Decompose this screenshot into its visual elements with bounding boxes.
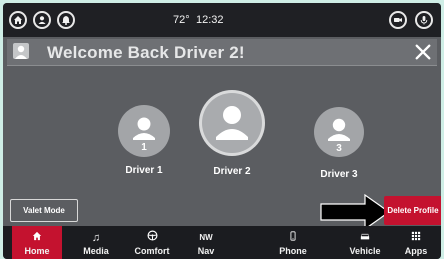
- car-icon: [340, 230, 390, 246]
- driver-3-profile[interactable]: 3 Driver 3: [307, 107, 371, 180]
- close-icon[interactable]: [411, 39, 435, 65]
- avatar-icon: [13, 43, 29, 59]
- driver-3-label: Driver 3: [320, 169, 358, 180]
- driver-1-profile[interactable]: 1 Driver 1: [112, 105, 176, 176]
- driver-2-profile[interactable]: Driver 2: [199, 93, 265, 177]
- driver-1-label: Driver 1: [125, 165, 163, 176]
- status-bar: 72° 12:32: [3, 3, 441, 37]
- nav-nav-label: Nav: [197, 246, 215, 256]
- nav-media-label: Media: [83, 246, 109, 256]
- welcome-banner: Welcome Back Driver 2!: [7, 39, 437, 66]
- driver-3-seat-number: 3: [336, 143, 342, 154]
- bottom-nav: Home ♫ Media Comfort NW Nav Phone Vehicl…: [3, 226, 441, 259]
- nav-vehicle[interactable]: Vehicle: [340, 226, 390, 259]
- delete-profile-button[interactable]: Delete Profile: [384, 196, 441, 225]
- driver-1-seat-number: 1: [141, 142, 147, 153]
- nav-media[interactable]: ♫ Media: [71, 226, 121, 259]
- compass-icon: NW: [199, 233, 213, 242]
- nav-home[interactable]: Home: [12, 226, 62, 259]
- steering-icon: [127, 230, 177, 246]
- nav-nav[interactable]: NW Nav: [181, 226, 231, 259]
- phone-icon: [268, 230, 318, 246]
- camera-icon[interactable]: [389, 11, 407, 29]
- nav-phone-label: Phone: [279, 246, 307, 256]
- apps-grid-icon: [391, 230, 441, 246]
- microphone-icon[interactable]: [415, 11, 433, 29]
- nav-comfort-label: Comfort: [134, 246, 170, 256]
- driver-1-avatar-icon: 1: [118, 105, 170, 157]
- driver-3-avatar-icon: 3: [314, 107, 364, 157]
- home-icon: [12, 230, 62, 246]
- nav-apps-label: Apps: [404, 246, 428, 256]
- valet-mode-button[interactable]: Valet Mode: [10, 199, 78, 222]
- nav-comfort[interactable]: Comfort: [127, 226, 177, 259]
- home-icon[interactable]: [9, 11, 27, 29]
- bell-icon[interactable]: [57, 11, 75, 29]
- user-icon[interactable]: [33, 11, 51, 29]
- clock: 12:32: [196, 14, 224, 26]
- driver-2-avatar-icon: [202, 93, 262, 153]
- temperature: 72°: [173, 14, 190, 26]
- screen: 72° 12:32 Welcome Back Driver 2! 1 Drive…: [3, 3, 441, 259]
- page-title: Welcome Back Driver 2!: [47, 43, 245, 62]
- nav-apps[interactable]: Apps: [391, 226, 441, 259]
- nav-vehicle-label: Vehicle: [349, 246, 381, 256]
- driver-2-label: Driver 2: [213, 166, 251, 177]
- music-note-icon: ♫: [91, 232, 101, 244]
- nav-home-label: Home: [24, 246, 50, 256]
- nav-phone[interactable]: Phone: [268, 226, 318, 259]
